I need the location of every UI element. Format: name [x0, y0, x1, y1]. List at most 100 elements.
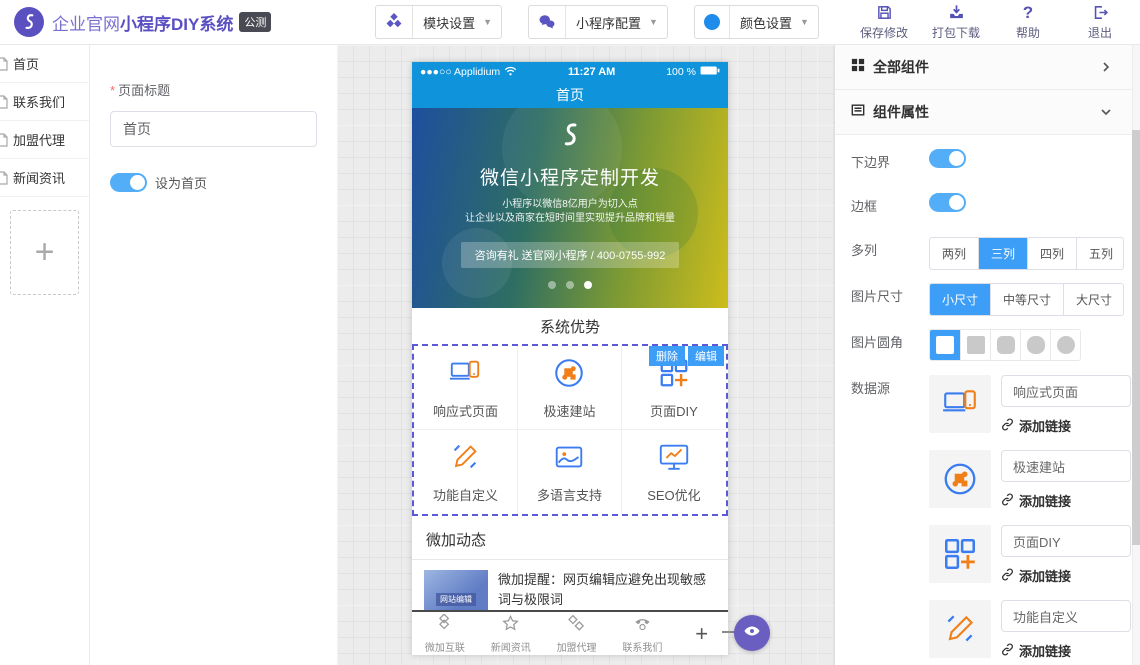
- clock-label: 11:27 AM: [517, 66, 666, 78]
- image-size-option[interactable]: 大尺寸: [1063, 284, 1124, 315]
- news-title: 微加提醒：网页编辑应避免出现敏感词与极限词: [498, 570, 716, 610]
- add-link-button[interactable]: 添加链接: [1001, 566, 1131, 585]
- feature-cell[interactable]: 响应式页面: [414, 346, 518, 430]
- bottom-border-label: 下边界: [851, 149, 929, 171]
- banner-cta: 咨询有礼 送官网小程序 / 400-0755-992: [461, 242, 680, 268]
- battery-label: 100 %: [666, 66, 696, 78]
- add-page-button[interactable]: +: [10, 210, 79, 295]
- advantages-heading: 系统优势: [412, 308, 728, 344]
- fast-build-icon: [552, 356, 586, 395]
- inspector-panel: 全部组件 组件属性 下边界 边框 多列: [834, 45, 1140, 665]
- feature-cell[interactable]: SEO优化: [622, 430, 726, 514]
- responsive-pages-icon: [448, 356, 482, 395]
- news-section-heading: 微加动态: [412, 520, 728, 560]
- chevron-down-icon: [1100, 106, 1112, 118]
- bottom-border-toggle[interactable]: [929, 149, 966, 168]
- radius-option-large[interactable]: [1020, 330, 1050, 360]
- sidebar-item-home[interactable]: 首页: [0, 45, 89, 83]
- feature-cell[interactable]: 极速建站: [518, 346, 622, 430]
- page-title-label: *页面标题: [110, 80, 317, 99]
- datasource-name-input[interactable]: [1001, 450, 1131, 482]
- header-menus: 模块设置 ▼ 小程序配置 ▼ 颜色设置 ▼: [375, 5, 819, 39]
- datasource-name-input[interactable]: [1001, 525, 1131, 557]
- all-components-header[interactable]: 全部组件: [835, 45, 1140, 90]
- banner-subtitle-1: 小程序以微信8亿用户为切入点: [412, 197, 728, 212]
- columns-segmented-control: 两列 三列 四列 五列: [929, 237, 1124, 270]
- feature-grid-component[interactable]: 删除 编辑 响应式页面 极速建站: [412, 344, 728, 516]
- border-toggle[interactable]: [929, 193, 966, 212]
- phone-icon: [633, 614, 652, 638]
- image-radius-label: 图片圆角: [851, 329, 929, 351]
- page-settings-panel: *页面标题 设为首页: [90, 45, 337, 665]
- page-icon: [0, 95, 8, 112]
- columns-option[interactable]: 五列: [1076, 238, 1124, 269]
- delete-component-button[interactable]: 删除: [649, 346, 685, 366]
- menu-miniprogram-config[interactable]: 小程序配置 ▼: [528, 5, 668, 39]
- carrier-label: ●●●○○ Applidium: [420, 66, 500, 78]
- datasource-list: 添加链接 添加链: [929, 375, 1131, 665]
- columns-label: 多列: [851, 237, 929, 259]
- datasource-item: 添加链接: [929, 375, 1131, 435]
- component-properties-header[interactable]: 组件属性: [835, 90, 1140, 135]
- sidebar-item-franchise[interactable]: 加盟代理: [0, 121, 89, 159]
- set-home-toggle[interactable]: [110, 173, 147, 192]
- sidebar-item-news[interactable]: 新闻资讯: [0, 159, 89, 197]
- edit-component-button[interactable]: 编辑: [688, 346, 724, 366]
- scrollbar-thumb[interactable]: [1132, 130, 1140, 545]
- banner-logo-icon: [555, 137, 585, 154]
- exit-button[interactable]: 退出: [1074, 4, 1126, 41]
- page-title-input[interactable]: [110, 111, 317, 147]
- fast-build-icon: [929, 450, 991, 508]
- phone-tabbar: 微加互联 新闻资讯 加盟代理 联系我们 +: [412, 610, 728, 655]
- add-link-button[interactable]: 添加链接: [1001, 416, 1131, 435]
- radius-option-circle[interactable]: [1050, 330, 1080, 360]
- banner-title: 微信小程序定制开发: [412, 163, 728, 190]
- columns-option[interactable]: 四列: [1027, 238, 1076, 269]
- inspector-scrollbar[interactable]: [1132, 45, 1140, 665]
- image-radius-control: [929, 329, 1081, 361]
- news-list-item[interactable]: 网站编辑 微加提醒：网页编辑应避免出现敏感词与极限词: [412, 560, 728, 610]
- wifi-icon: [504, 66, 517, 79]
- menu-color-settings[interactable]: 颜色设置 ▼: [694, 5, 819, 39]
- datasource-name-input[interactable]: [1001, 375, 1131, 407]
- datasource-item: 添加链接: [929, 525, 1131, 585]
- tab-franchise[interactable]: 加盟代理: [544, 614, 610, 654]
- responsive-pages-icon: [929, 375, 991, 433]
- banner-carousel[interactable]: 微信小程序定制开发 小程序以微信8亿用户为切入点 让企业以及商家在短时间里实现提…: [412, 108, 728, 308]
- save-button[interactable]: 保存修改: [858, 4, 910, 41]
- weijia-icon: [435, 614, 454, 638]
- exit-icon: [1092, 4, 1109, 22]
- add-link-button[interactable]: 添加链接: [1001, 641, 1131, 660]
- carousel-dots[interactable]: [412, 281, 728, 289]
- datasource-label: 数据源: [851, 375, 929, 397]
- color-dot-icon: [695, 6, 730, 38]
- radius-option-medium[interactable]: [990, 330, 1020, 360]
- image-size-option[interactable]: 中等尺寸: [990, 284, 1063, 315]
- columns-option[interactable]: 两列: [930, 238, 978, 269]
- link-icon: [1001, 643, 1014, 659]
- radius-option-square-selected[interactable]: [930, 330, 960, 360]
- help-button[interactable]: ? 帮助: [1002, 4, 1054, 41]
- preview-eye-button[interactable]: [734, 615, 770, 651]
- eye-icon: [743, 622, 761, 645]
- sidebar-item-contact[interactable]: 联系我们: [0, 83, 89, 121]
- page-icon: [0, 133, 8, 150]
- columns-option-selected[interactable]: 三列: [978, 238, 1027, 269]
- tab-news[interactable]: 新闻资讯: [478, 614, 544, 654]
- feature-cell[interactable]: 功能自定义: [414, 430, 518, 514]
- menu-module-settings[interactable]: 模块设置 ▼: [375, 5, 502, 39]
- download-button[interactable]: 打包下载: [930, 4, 982, 41]
- radius-option-slight[interactable]: [960, 330, 990, 360]
- feature-cell[interactable]: 多语言支持: [518, 430, 622, 514]
- tabbar-add-button[interactable]: +: [675, 621, 728, 647]
- chevron-down-icon: ▼: [483, 17, 501, 27]
- header-actions: 保存修改 打包下载 ? 帮助 退出: [858, 4, 1126, 41]
- properties-list-icon: [851, 103, 865, 122]
- banner-subtitle-2: 让企业以及商家在短时间里实现提升品牌和销量: [412, 212, 728, 226]
- add-link-button[interactable]: 添加链接: [1001, 491, 1131, 510]
- custom-function-icon: [929, 600, 991, 658]
- datasource-name-input[interactable]: [1001, 600, 1131, 632]
- tab-weijia[interactable]: 微加互联: [412, 614, 478, 654]
- tab-contact[interactable]: 联系我们: [609, 614, 675, 654]
- image-size-option-selected[interactable]: 小尺寸: [930, 284, 990, 315]
